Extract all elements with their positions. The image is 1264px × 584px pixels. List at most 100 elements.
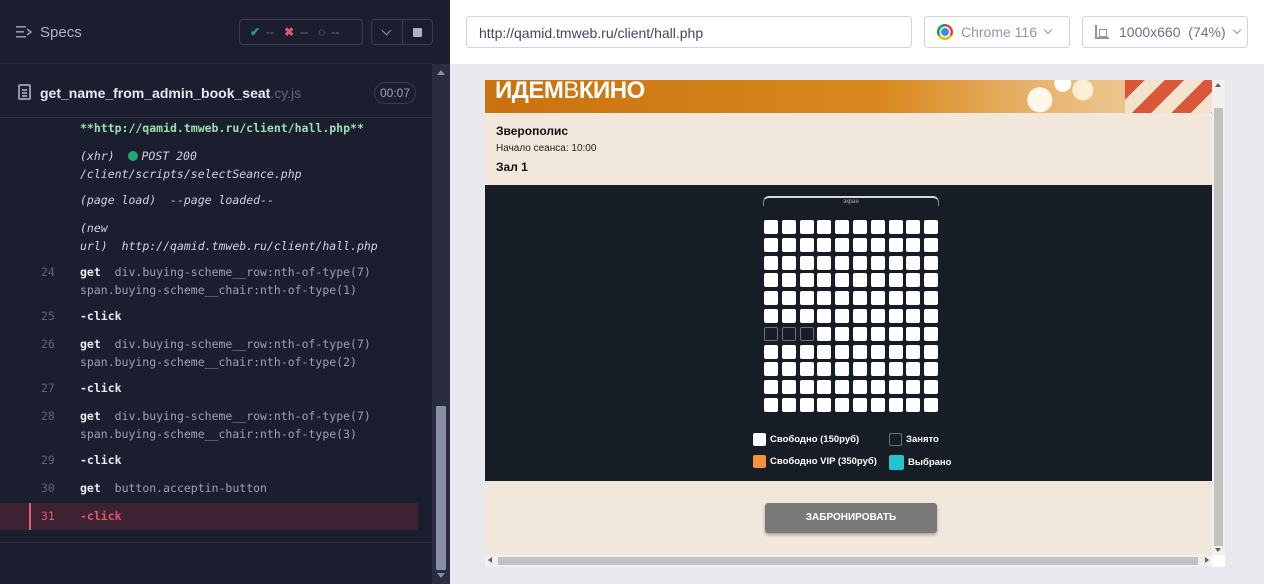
seat-free[interactable]	[924, 308, 939, 323]
seat-free[interactable]	[888, 362, 903, 377]
command-row[interactable]: 27 -click	[0, 379, 418, 399]
seat-free[interactable]	[852, 273, 867, 288]
specs-list-icon[interactable]	[16, 25, 32, 39]
seat-free[interactable]	[817, 237, 832, 252]
seat-free[interactable]	[781, 380, 796, 395]
seat-free[interactable]	[888, 220, 903, 234]
seat-free[interactable]	[906, 362, 921, 377]
seat-free[interactable]	[764, 237, 778, 252]
seat-free[interactable]	[835, 255, 850, 270]
scroll-down-icon[interactable]	[437, 573, 445, 578]
seat-free[interactable]	[835, 362, 850, 377]
seat-free[interactable]	[835, 237, 850, 252]
browser-selector[interactable]: Chrome 116	[924, 16, 1070, 48]
seat-free[interactable]	[781, 220, 796, 234]
seat-free[interactable]	[924, 380, 939, 395]
seat-free[interactable]	[817, 397, 832, 412]
seat-free[interactable]	[852, 255, 867, 270]
seat-free[interactable]	[888, 397, 903, 412]
seat-free[interactable]	[924, 344, 939, 359]
seat-free[interactable]	[924, 237, 939, 252]
seat-free[interactable]	[781, 362, 796, 377]
stop-icon[interactable]	[401, 20, 432, 44]
seat-free[interactable]	[764, 362, 778, 377]
scroll-up-icon[interactable]	[1215, 83, 1221, 87]
seat-free[interactable]	[799, 273, 814, 288]
seat-free[interactable]	[906, 326, 921, 341]
log-new-url[interactable]: (new url) http://qamid.tmweb.ru/client/h…	[0, 219, 418, 259]
seat-free[interactable]	[781, 308, 796, 323]
seat-free[interactable]	[817, 220, 832, 234]
seat-free[interactable]	[799, 380, 814, 395]
seat-free[interactable]	[906, 308, 921, 323]
seat-free[interactable]	[835, 397, 850, 412]
seat-free[interactable]	[870, 291, 885, 306]
seat-free[interactable]	[817, 255, 832, 270]
log-scrollbar[interactable]	[432, 64, 450, 584]
seat-free[interactable]	[764, 344, 778, 359]
seat-free[interactable]	[870, 273, 885, 288]
seat-free[interactable]	[852, 220, 867, 234]
seat-free[interactable]	[888, 291, 903, 306]
seat-free[interactable]	[852, 397, 867, 412]
seat-free[interactable]	[799, 237, 814, 252]
seat-free[interactable]	[924, 397, 939, 412]
scrollbar-thumb[interactable]	[436, 406, 446, 570]
seat-free[interactable]	[852, 326, 867, 341]
seat-free[interactable]	[852, 380, 867, 395]
seat-free[interactable]	[924, 362, 939, 377]
scroll-up-icon[interactable]	[437, 70, 445, 75]
seat-free[interactable]	[817, 362, 832, 377]
seat-free[interactable]	[764, 380, 778, 395]
aut-horizontal-scrollbar[interactable]	[485, 555, 1212, 567]
seat-free[interactable]	[870, 220, 885, 234]
aut-vertical-scrollbar[interactable]	[1212, 80, 1225, 555]
seat-taken[interactable]	[799, 326, 814, 341]
scroll-left-icon[interactable]	[488, 557, 492, 563]
seat-free[interactable]	[835, 344, 850, 359]
seat-free[interactable]	[870, 237, 885, 252]
seat-free[interactable]	[852, 344, 867, 359]
seat-free[interactable]	[888, 380, 903, 395]
seat-free[interactable]	[764, 255, 778, 270]
command-row[interactable]: 25 -click	[0, 307, 418, 327]
command-row[interactable]: 29 -click	[0, 451, 418, 471]
seat-free[interactable]	[924, 273, 939, 288]
seat-free[interactable]	[799, 308, 814, 323]
seat-free[interactable]	[799, 255, 814, 270]
seat-free[interactable]	[888, 255, 903, 270]
seat-free[interactable]	[924, 255, 939, 270]
seat-free[interactable]	[906, 344, 921, 359]
scrollbar-thumb[interactable]	[498, 557, 1198, 565]
seat-free[interactable]	[906, 273, 921, 288]
seat-free[interactable]	[906, 397, 921, 412]
seat-free[interactable]	[817, 273, 832, 288]
specs-label[interactable]: Specs	[40, 24, 82, 41]
seat-free[interactable]	[835, 291, 850, 306]
seat-free[interactable]	[817, 326, 832, 341]
seat-free[interactable]	[835, 220, 850, 234]
seat-free[interactable]	[817, 380, 832, 395]
command-row[interactable]: 26 get div.buying-scheme__row:nth-of-typ…	[0, 335, 418, 371]
seat-free[interactable]	[924, 326, 939, 341]
seat-free[interactable]	[852, 291, 867, 306]
seat-free[interactable]	[817, 291, 832, 306]
seat-free[interactable]	[835, 308, 850, 323]
seat-free[interactable]	[906, 220, 921, 234]
seat-free[interactable]	[870, 308, 885, 323]
scrollbar-thumb[interactable]	[1214, 108, 1223, 546]
seat-free[interactable]	[799, 397, 814, 412]
seat-free[interactable]	[835, 273, 850, 288]
command-row[interactable]: 24 get div.buying-scheme__row:nth-of-typ…	[0, 263, 418, 299]
command-row-active[interactable]: 31 -click	[0, 503, 418, 530]
command-row[interactable]: 28 get div.buying-scheme__row:nth-of-typ…	[0, 407, 418, 443]
seat-free[interactable]	[781, 255, 796, 270]
seat-free[interactable]	[835, 380, 850, 395]
command-row[interactable]: 30 get button.acceptin-button	[0, 479, 418, 499]
seat-free[interactable]	[781, 344, 796, 359]
seat-free[interactable]	[870, 380, 885, 395]
seat-free[interactable]	[764, 291, 778, 306]
seat-free[interactable]	[924, 220, 939, 234]
seat-free[interactable]	[888, 344, 903, 359]
seat-free[interactable]	[870, 397, 885, 412]
